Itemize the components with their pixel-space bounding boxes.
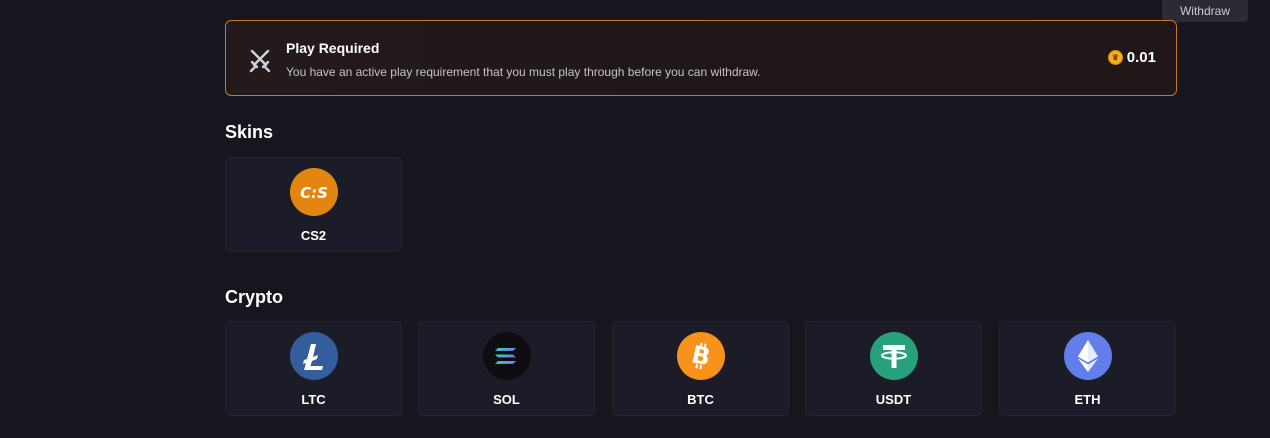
option-usdt[interactable]: USDT [805, 321, 982, 416]
withdraw-page: Withdraw Play Required You have an activ… [0, 0, 1270, 438]
coin-icon: ♛ [1107, 50, 1123, 65]
required-amount-value: 0.01 [1126, 49, 1156, 66]
solana-icon [483, 332, 531, 380]
option-label: SOL [493, 392, 520, 407]
option-label: ETH [1074, 392, 1101, 407]
play-required-alert: Play Required You have an active play re… [225, 20, 1177, 96]
required-amount: ♛ 0.01 [1107, 49, 1156, 66]
option-label: BTC [687, 392, 714, 407]
option-label: CS2 [300, 228, 327, 243]
option-label: LTC [301, 392, 326, 407]
ethereum-icon [1064, 332, 1112, 380]
cs2-logo-icon: C:S [290, 168, 338, 216]
crossed-swords-icon [246, 45, 274, 73]
option-sol[interactable]: SOL [418, 321, 595, 416]
bitcoin-icon: B [677, 332, 725, 380]
alert-title: Play Required [286, 40, 380, 56]
svg-text:C:S: C:S [300, 184, 328, 202]
crypto-section-title: Crypto [225, 287, 283, 307]
litecoin-icon [290, 332, 338, 380]
tether-icon [870, 332, 918, 380]
alert-text: You have an active play requirement that… [286, 65, 761, 79]
skins-section-title: Skins [225, 122, 274, 142]
option-eth[interactable]: ETH [999, 321, 1176, 416]
option-cs2[interactable]: C:S CS2 [225, 157, 402, 252]
withdraw-tab[interactable]: Withdraw [1162, 0, 1248, 22]
option-ltc[interactable]: LTC [225, 321, 402, 416]
option-btc[interactable]: B BTC [612, 321, 789, 416]
option-label: USDT [875, 392, 912, 407]
